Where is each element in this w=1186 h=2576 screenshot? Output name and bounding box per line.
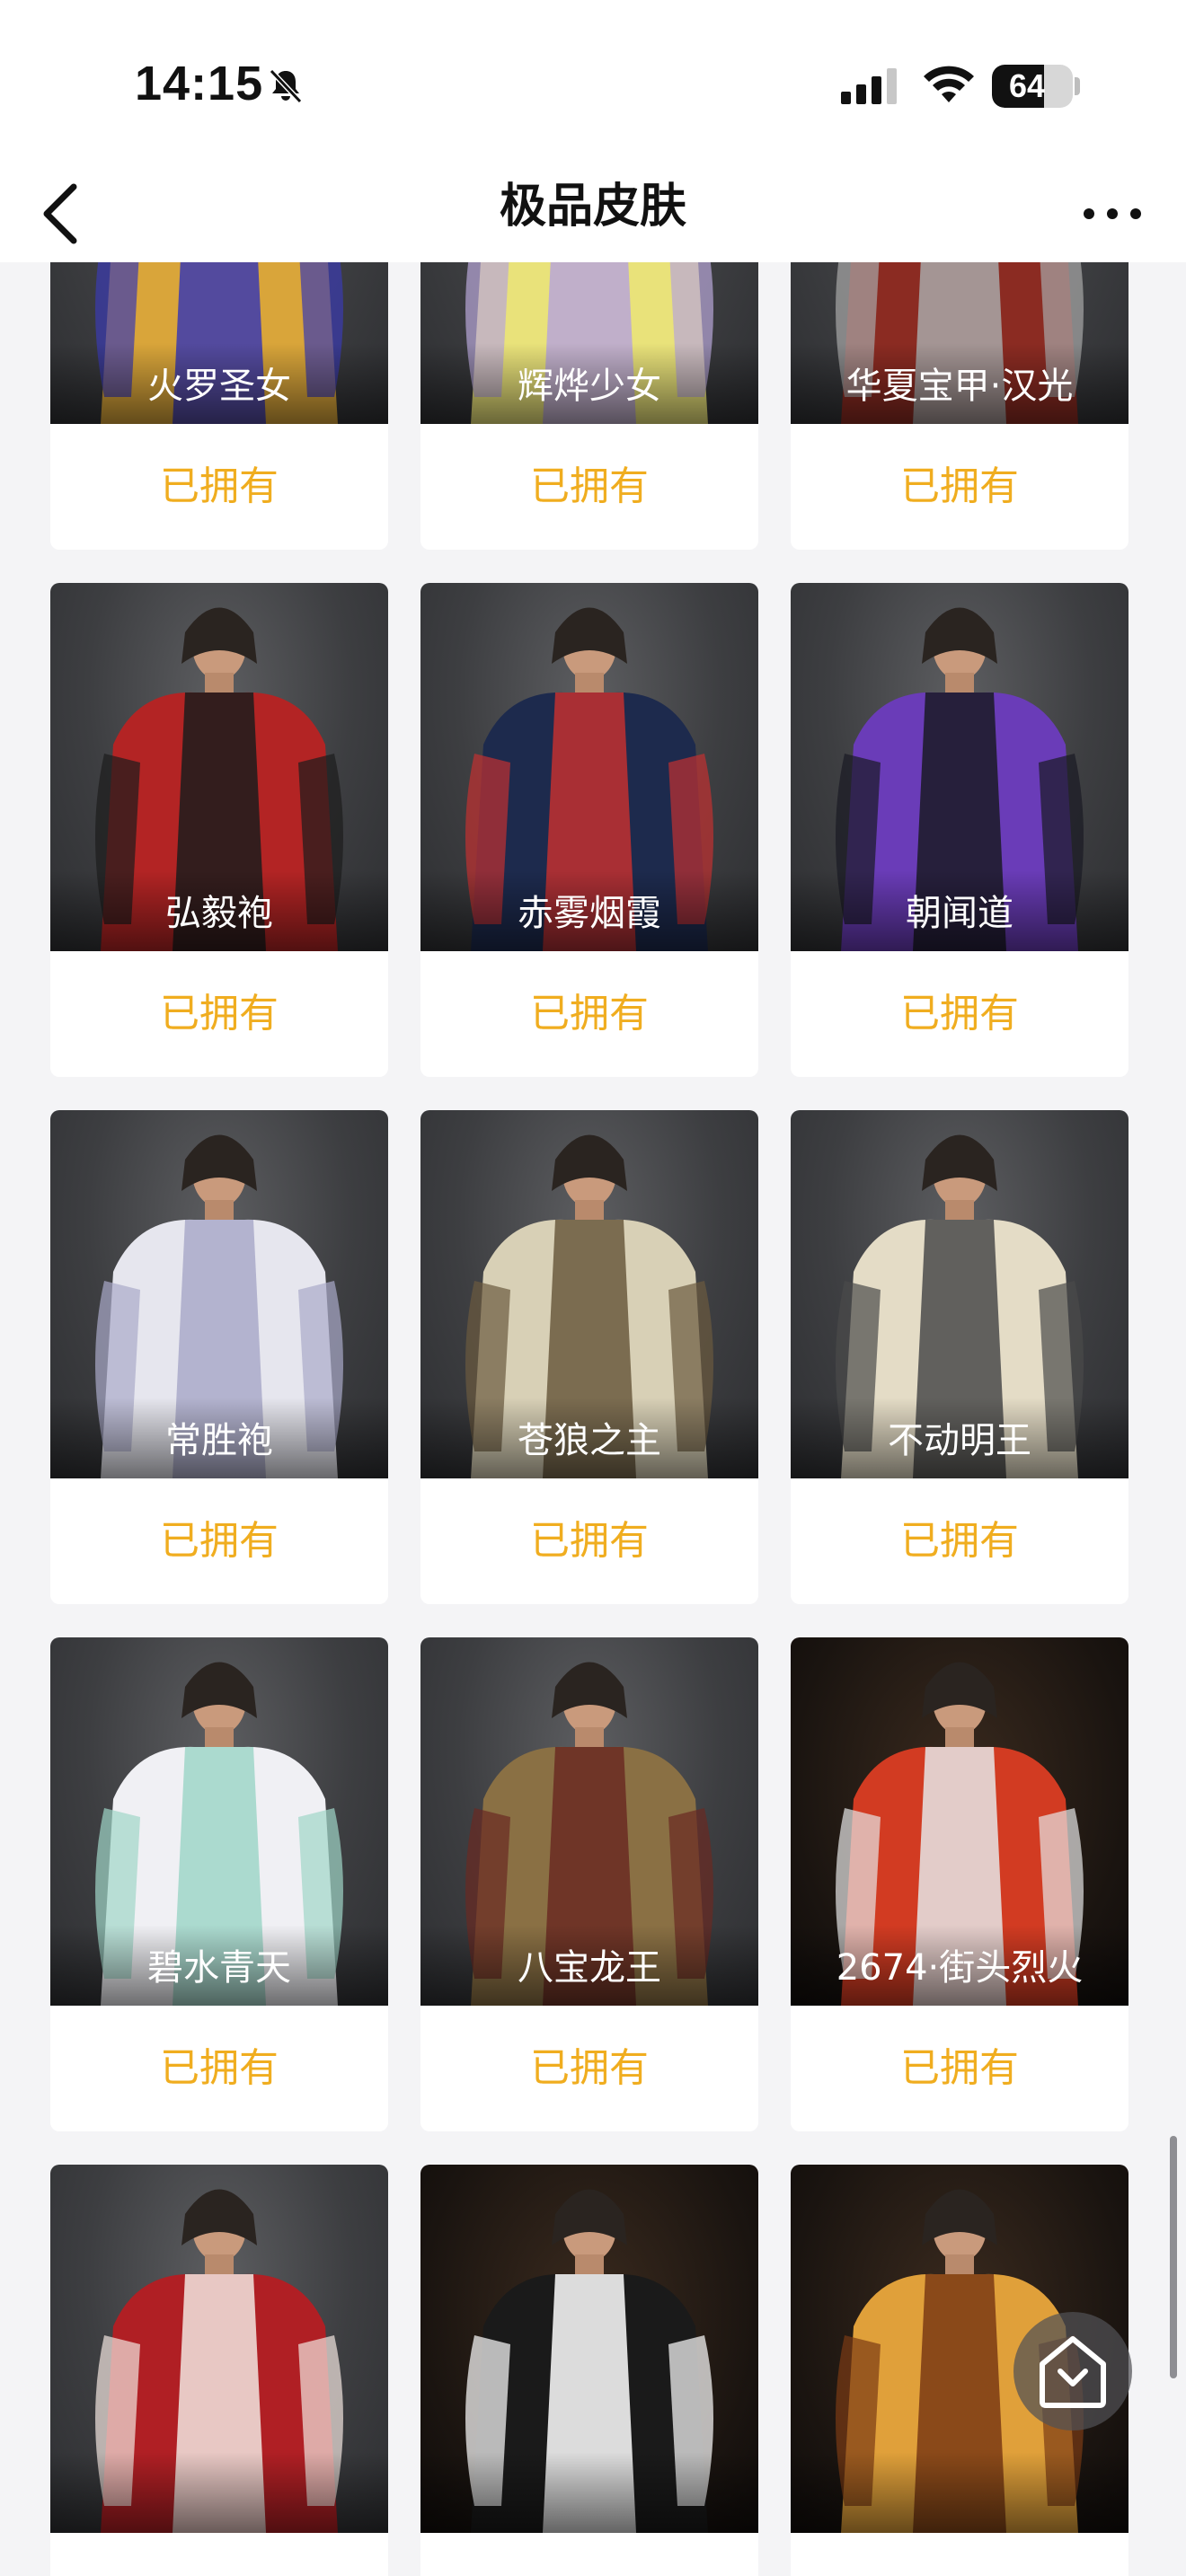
home-icon — [1040, 2336, 1106, 2408]
skin-name: 碧水青天 — [147, 1947, 291, 1989]
owned-status: 已拥有 — [900, 463, 1019, 509]
skin-card[interactable]: 常胜袍 已拥有 — [50, 1110, 388, 1604]
owned-status: 已拥有 — [530, 463, 649, 509]
skin-card[interactable]: 弘毅袍 已拥有 — [50, 583, 388, 1077]
skin-card[interactable]: 碧水青天 已拥有 — [50, 1637, 388, 2131]
page-title: 极品皮肤 — [499, 180, 686, 234]
skin-card[interactable]: 辉烨少女 已拥有 — [420, 262, 758, 550]
owned-status — [50, 2533, 388, 2576]
chevron-left-icon[interactable] — [27, 169, 117, 259]
owned-status: 已拥有 — [530, 2045, 649, 2091]
skin-grid: 火罗圣女 已拥有 辉烨少女 已拥有 华夏宝甲·汉光 已拥有 弘毅袍 已拥有 赤雾烟霞 已拥有 朝闻道… — [0, 262, 1186, 2576]
nav-bar: 极品皮肤 — [0, 162, 1186, 262]
skin-name: 火罗圣女 — [147, 366, 291, 407]
skin-card[interactable]: 2674·街头烈火已拥有 — [791, 1637, 1128, 2131]
battery-icon: 64 — [992, 65, 1073, 108]
owned-status: 已拥有 — [160, 463, 279, 509]
owned-status: 已拥有 — [900, 2045, 1019, 2091]
skin-name: 华夏宝甲·汉光 — [845, 366, 1074, 407]
skin-card[interactable] — [50, 2165, 388, 2576]
battery-level: 64 — [1008, 67, 1046, 104]
owned-status: 已拥有 — [900, 991, 1019, 1037]
owned-status: 已拥有 — [160, 991, 279, 1037]
status-time: 14:15 — [135, 57, 264, 110]
status-bar: 14:15 64 — [0, 0, 1186, 162]
battery-nub — [1075, 77, 1080, 95]
skin-card[interactable]: 八宝龙王 已拥有 — [420, 1637, 758, 2131]
skin-name: 弘毅袍 — [165, 893, 273, 934]
skin-card[interactable]: 火罗圣女 已拥有 — [50, 262, 388, 550]
skin-name: 朝闻道 — [906, 893, 1013, 934]
owned-status — [420, 2533, 758, 2576]
skin-card[interactable]: 不动明王 已拥有 — [791, 1110, 1128, 1604]
home-button[interactable] — [1013, 2312, 1132, 2430]
skin-card[interactable]: 苍狼之主 已拥有 — [420, 1110, 758, 1604]
owned-status — [791, 2533, 1128, 2576]
skin-grid-inner: 火罗圣女 已拥有 辉烨少女 已拥有 华夏宝甲·汉光 已拥有 弘毅袍 已拥有 赤雾烟霞 已拥有 朝闻道… — [50, 262, 1128, 2576]
owned-status: 已拥有 — [160, 1518, 279, 1564]
skin-card[interactable]: 华夏宝甲·汉光已拥有 — [791, 262, 1128, 550]
skin-card[interactable]: 赤雾烟霞 已拥有 — [420, 583, 758, 1077]
wifi-icon — [924, 66, 974, 102]
more-dots-icon[interactable] — [1069, 169, 1159, 259]
cellular-signal-icon — [841, 68, 897, 104]
owned-status: 已拥有 — [900, 1518, 1019, 1564]
skin-name — [420, 2468, 758, 2522]
bell-slash-icon — [269, 68, 303, 104]
skin-name: 八宝龙王 — [518, 1947, 661, 1989]
skin-name: 2674·街头烈火 — [836, 1947, 1084, 1989]
skin-card[interactable]: 朝闻道 已拥有 — [791, 583, 1128, 1077]
scroll-indicator[interactable] — [1170, 2136, 1177, 2378]
skin-name — [50, 2468, 388, 2522]
skin-card[interactable] — [420, 2165, 758, 2576]
owned-status: 已拥有 — [160, 2045, 279, 2091]
skin-name: 赤雾烟霞 — [518, 893, 661, 934]
owned-status: 已拥有 — [530, 991, 649, 1037]
skin-name: 苍狼之主 — [518, 1420, 661, 1461]
skin-name: 不动明王 — [888, 1420, 1031, 1461]
skin-name: 辉烨少女 — [518, 366, 661, 407]
owned-status: 已拥有 — [530, 1518, 649, 1564]
skin-name: 常胜袍 — [165, 1420, 273, 1461]
skin-name — [791, 2468, 1128, 2522]
